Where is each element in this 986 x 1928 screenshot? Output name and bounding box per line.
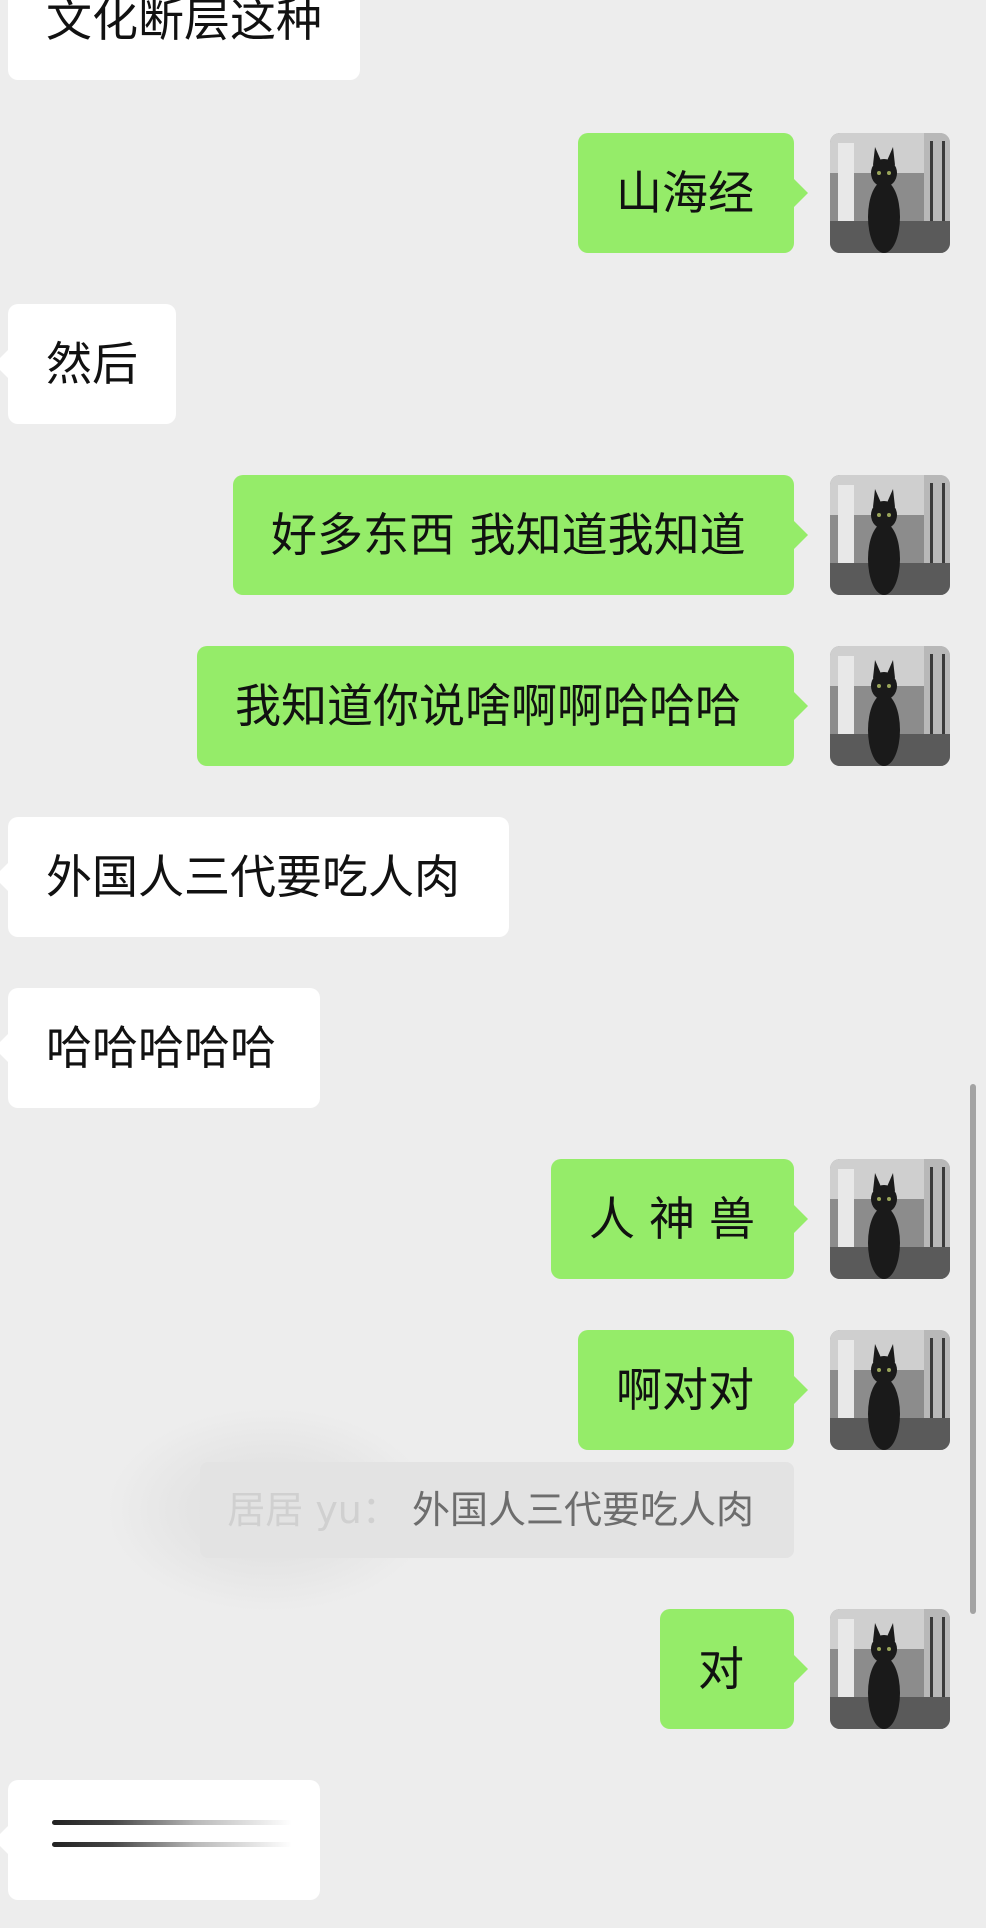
black-cat-photo-icon <box>830 646 950 766</box>
bubble-tail <box>794 1376 808 1404</box>
avatar[interactable] <box>830 475 950 595</box>
black-cat-photo-icon <box>830 133 950 253</box>
message-bubble[interactable]: 啊对对 <box>578 1330 794 1450</box>
message-text: 山海经 <box>616 166 754 220</box>
black-cat-photo-icon <box>830 1330 950 1450</box>
message-outgoing[interactable]: 人神兽 <box>0 1159 986 1279</box>
message-outgoing[interactable]: 山海经 <box>0 133 986 253</box>
black-cat-photo-icon <box>830 1159 950 1279</box>
message-bubble[interactable]: 对 <box>660 1609 794 1729</box>
message-outgoing[interactable]: 我知道你说啥啊啊哈哈哈 <box>0 646 986 766</box>
message-text: 啊对对 <box>616 1363 754 1417</box>
message-bubble[interactable]: 山海经 <box>578 133 794 253</box>
quoted-message[interactable]: 居居 yu： 外国人三代要吃人肉 <box>200 1462 794 1558</box>
message-text: 哈哈哈哈哈 <box>46 1021 276 1075</box>
message-bubble[interactable]: 哈哈哈哈哈 <box>8 988 320 1108</box>
message-outgoing[interactable]: 对 <box>0 1609 986 1729</box>
message-outgoing[interactable]: 好多东西 我知道我知道 <box>0 475 986 595</box>
avatar[interactable] <box>830 1330 950 1450</box>
bubble-tail <box>0 1826 8 1854</box>
avatar[interactable] <box>830 1159 950 1279</box>
message-text: 对 <box>698 1642 744 1696</box>
message-bubble[interactable] <box>8 1780 320 1900</box>
avatar[interactable] <box>830 133 950 253</box>
bubble-tail <box>0 350 8 378</box>
black-cat-photo-icon <box>830 475 950 595</box>
bubble-tail <box>0 1034 8 1062</box>
bubble-tail <box>794 179 808 207</box>
obscured-content <box>52 1820 292 1825</box>
scrollbar[interactable] <box>970 1084 976 1614</box>
message-bubble[interactable]: 文化断层这种 <box>8 0 360 80</box>
message-text: 外国人三代要吃人肉 <box>46 850 460 904</box>
message-bubble[interactable]: 人神兽 <box>551 1159 794 1279</box>
bubble-tail <box>794 692 808 720</box>
avatar[interactable] <box>830 646 950 766</box>
message-text: 好多东西 我知道我知道 <box>271 508 746 562</box>
message-bubble[interactable]: 好多东西 我知道我知道 <box>233 475 794 595</box>
quote-sender: 居居 yu： <box>227 1488 400 1532</box>
message-text: 人神兽 <box>589 1192 769 1246</box>
message-text: 然后 <box>46 337 138 391</box>
bubble-tail <box>794 1655 808 1683</box>
bubble-tail <box>0 863 8 891</box>
message-text: 我知道你说啥啊啊哈哈哈 <box>235 679 741 733</box>
quote-text: 外国人三代要吃人肉 <box>411 1488 754 1532</box>
bubble-tail <box>794 1205 808 1233</box>
bubble-tail <box>794 521 808 549</box>
message-text: 文化断层这种 <box>46 0 322 47</box>
message-bubble[interactable]: 外国人三代要吃人肉 <box>8 817 509 937</box>
message-bubble[interactable]: 我知道你说啥啊啊哈哈哈 <box>197 646 794 766</box>
message-outgoing[interactable]: 啊对对 <box>0 1330 986 1450</box>
black-cat-photo-icon <box>830 1609 950 1729</box>
avatar[interactable] <box>830 1609 950 1729</box>
message-bubble[interactable]: 然后 <box>8 304 176 424</box>
obscured-content <box>52 1842 292 1847</box>
